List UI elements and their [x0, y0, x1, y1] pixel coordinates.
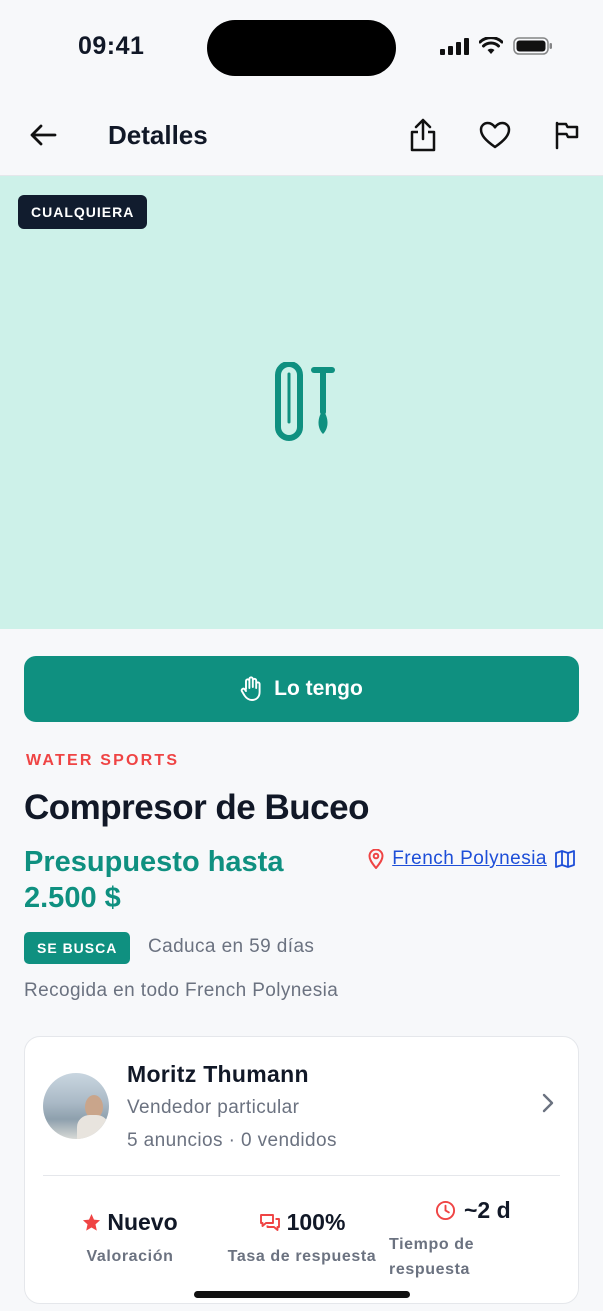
wifi-icon — [479, 37, 503, 54]
response-rate-value: 100% — [286, 1209, 346, 1235]
expiry-text: Caduca en 59 días — [148, 936, 315, 957]
cellular-signal-icon — [440, 37, 469, 55]
hand-icon — [240, 676, 261, 701]
star-icon — [83, 1213, 101, 1231]
report-button[interactable] — [548, 116, 586, 154]
app-header: Detalles — [0, 96, 603, 176]
i-have-it-button[interactable]: Lo tengo — [24, 656, 579, 722]
dynamic-island — [207, 20, 396, 76]
arrow-left-icon — [30, 124, 57, 146]
flag-icon — [555, 121, 579, 150]
heart-icon — [479, 121, 511, 149]
status-icons — [440, 36, 553, 56]
location-text[interactable]: French Polynesia — [392, 848, 547, 870]
share-button[interactable] — [404, 116, 442, 154]
rating-label: Valoración — [86, 1248, 174, 1265]
status-bar: 09:41 — [0, 0, 603, 96]
status-time: 09:41 — [78, 32, 145, 60]
clock-icon — [435, 1200, 456, 1221]
share-icon — [410, 118, 436, 152]
favorite-button[interactable] — [476, 116, 514, 154]
map-icon[interactable] — [555, 850, 575, 868]
seller-type: Vendedor particular — [127, 1097, 300, 1118]
metric-response-time: ~2 d Tiempo de respuesta — [389, 1197, 549, 1282]
chevron-right-icon — [542, 1093, 554, 1113]
i-have-it-label: Lo tengo — [274, 677, 363, 700]
listing-image-placeholder: CUALQUIERA — [0, 176, 603, 629]
location-link[interactable]: French Polynesia — [368, 848, 575, 870]
category-label: WATER SPORTS — [26, 752, 180, 769]
response-time-value: ~2 d — [464, 1197, 511, 1223]
back-button[interactable] — [26, 118, 60, 152]
map-pin-icon — [368, 849, 384, 869]
seller-name: Moritz Thumann — [127, 1061, 309, 1087]
page-title: Detalles — [108, 120, 208, 150]
seller-card[interactable]: Moritz Thumann Vendedor particular 5 anu… — [24, 1036, 579, 1304]
rating-value: Nuevo — [107, 1209, 178, 1235]
avatar — [43, 1073, 109, 1139]
response-rate-label: Tasa de respuesta — [227, 1248, 377, 1265]
response-time-label: Tiempo de respuesta — [389, 1236, 475, 1278]
battery-icon — [513, 37, 552, 55]
divider — [43, 1175, 560, 1176]
pickup-text: Recogida en todo French Polynesia — [24, 980, 339, 1001]
metric-response-rate: 100% Tasa de respuesta — [221, 1209, 383, 1269]
condition-badge: CUALQUIERA — [18, 195, 148, 229]
chat-bubbles-icon — [259, 1213, 280, 1231]
budget-text: Presupuesto hasta 2.500 $ — [24, 846, 284, 914]
listing-title: Compresor de Buceo — [24, 788, 369, 827]
metric-rating: Nuevo Valoración — [65, 1209, 195, 1269]
wanted-badge: SE BUSCA — [24, 932, 131, 964]
seller-stats: 5 anuncios · 0 vendidos — [127, 1130, 337, 1151]
surfboard-paddle-icon — [275, 362, 335, 441]
home-indicator — [194, 1291, 410, 1298]
